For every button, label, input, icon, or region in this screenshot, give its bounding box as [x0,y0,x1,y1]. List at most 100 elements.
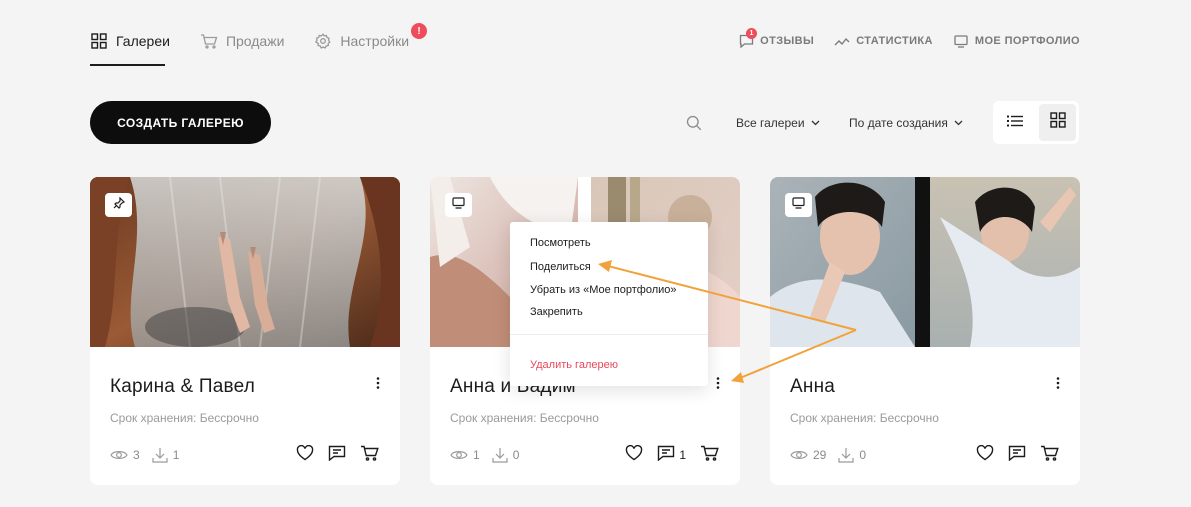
cart-icon [200,32,218,50]
cart-icon [700,445,720,464]
sales-button[interactable] [360,445,380,464]
nav-sales-label: Продажи [225,33,285,49]
favorites-button[interactable] [976,444,994,464]
reviews-count-badge: 1 [746,28,758,39]
heart-icon [625,444,643,464]
trend-icon [834,33,850,49]
storage-period: Срок хранения: Бессрочно [790,411,939,425]
portfolio-badge[interactable] [445,193,472,217]
nav-galleries[interactable]: Галереи [90,30,170,52]
portfolio-badge[interactable] [785,193,812,217]
card-actions [282,444,380,464]
gallery-card[interactable]: Анна Срок хранения: Бессрочно 29 0 [770,177,1080,485]
settings-alert-badge: ! [411,23,427,39]
gallery-context-menu: Посмотреть Поделиться Убрать из «Мое пор… [510,222,708,386]
downloads-count: 0 [512,448,520,462]
grid-icon [1049,112,1066,133]
comments-button[interactable]: 1 [657,445,686,464]
download-icon [492,447,508,463]
views-count: 1 [473,448,480,462]
right-nav: 1 ОТЗЫВЫ СТАТИСТИКА МОЕ ПОРТФОЛИО [718,28,1080,49]
menu-view[interactable]: Посмотреть [530,237,591,249]
heart-icon [296,444,314,464]
cart-icon [1040,445,1060,464]
nav-portfolio[interactable]: МОЕ ПОРТФОЛИО [953,33,1080,49]
sort-label: По дате создания [849,116,948,130]
sales-button[interactable] [700,445,720,464]
comments-count: 1 [679,447,686,462]
comment-icon [657,445,675,464]
heart-icon [976,444,994,464]
menu-divider [510,334,708,335]
gallery-title[interactable]: Анна [790,376,835,398]
views-stat: 3 [110,448,140,462]
more-options-icon[interactable] [1054,376,1062,390]
comment-icon [1008,445,1026,464]
more-options-icon[interactable] [714,376,722,390]
gallery-stats: 29 0 [790,447,878,463]
downloads-count: 1 [172,448,180,462]
more-options-icon[interactable] [374,376,382,390]
gallery-cover-image[interactable] [90,177,400,347]
monitor-icon [953,33,969,49]
view-toggle [993,101,1079,144]
list-icon [1006,114,1023,132]
views-count: 29 [813,448,827,462]
menu-pin[interactable]: Закрепить [530,306,583,318]
menu-delete-gallery[interactable]: Удалить галерею [530,359,618,371]
views-stat: 29 [790,448,826,462]
nav-settings[interactable]: Настройки [314,30,409,52]
views-count: 3 [133,448,140,462]
grid-view-button[interactable] [1039,104,1076,141]
gear-icon [314,32,332,50]
nav-statistics-label: СТАТИСТИКА [856,35,933,47]
nav-sales[interactable]: Продажи [200,30,284,52]
views-stat: 1 [450,448,480,462]
nav-settings-label: Настройки [340,33,410,49]
nav-reviews-label: ОТЗЫВЫ [760,35,815,47]
comment-icon [328,445,346,464]
card-actions [962,444,1060,464]
monitor-icon [452,196,465,214]
sales-button[interactable] [1040,445,1060,464]
create-gallery-button[interactable]: СОЗДАТЬ ГАЛЕРЕЮ [90,101,271,144]
gallery-card[interactable]: Карина & Павел Срок хранения: Бессрочно … [90,177,400,485]
storage-period: Срок хранения: Бессрочно [450,411,599,425]
nav-galleries-label: Галереи [116,33,170,49]
comments-button[interactable] [1008,445,1026,464]
eye-icon [450,449,468,461]
grid-icon [90,32,108,50]
gallery-cover-image[interactable] [770,177,1080,347]
comments-button[interactable] [328,445,346,464]
downloads-stat: 1 [152,447,180,463]
list-view-button[interactable] [996,104,1033,141]
search-icon[interactable] [686,115,702,131]
favorites-button[interactable] [625,444,643,464]
pin-icon [113,196,125,214]
cart-icon [360,445,380,464]
eye-icon [790,449,808,461]
gallery-stats: 3 1 [110,447,191,463]
pin-badge[interactable] [105,193,132,217]
download-icon [152,447,168,463]
monitor-icon [792,196,805,214]
downloads-stat: 0 [492,447,520,463]
gallery-filter-dropdown[interactable]: Все галереи [736,116,821,130]
nav-statistics[interactable]: СТАТИСТИКА [834,33,933,49]
menu-share[interactable]: Поделиться [530,261,591,273]
card-actions: 1 [611,444,720,464]
sort-dropdown[interactable]: По дате создания [849,116,964,130]
nav-reviews[interactable]: 1 ОТЗЫВЫ [738,28,815,49]
downloads-stat: 0 [838,447,866,463]
eye-icon [110,449,128,461]
gallery-filter-label: Все галереи [736,116,805,130]
menu-remove-from-portfolio[interactable]: Убрать из «Мое портфолио» [530,284,677,296]
gallery-title[interactable]: Карина & Павел [110,376,255,398]
storage-period: Срок хранения: Бессрочно [110,411,259,425]
chevron-down-icon [954,118,964,128]
main-nav: Галереи Продажи Настройки [90,30,439,52]
favorites-button[interactable] [296,444,314,464]
chevron-down-icon [811,118,821,128]
downloads-count: 0 [859,448,867,462]
nav-portfolio-label: МОЕ ПОРТФОЛИО [974,35,1080,47]
